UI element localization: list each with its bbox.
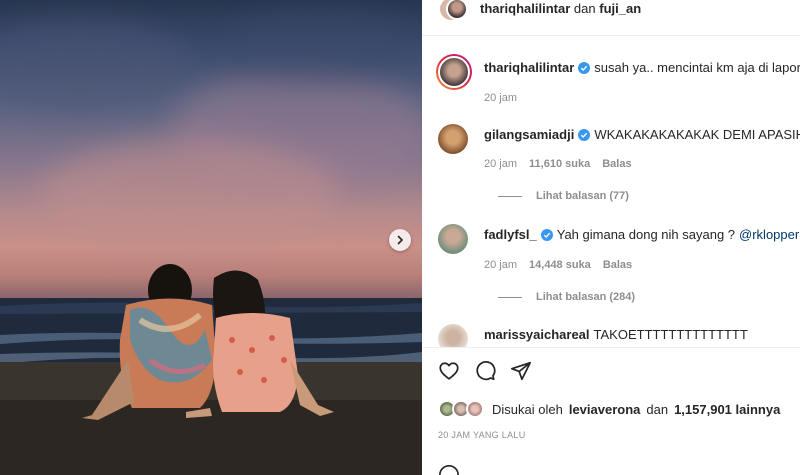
reply-button[interactable]: Balas [603, 259, 632, 271]
comment-username[interactable]: gilangsamiadji [484, 127, 574, 142]
comment-time: 20 jam [484, 92, 518, 104]
likes-summary: Disukai oleh leviaverona dan 1,157,901 l… [438, 400, 780, 418]
liker-avatars [438, 400, 486, 418]
header-avatar[interactable] [446, 0, 468, 20]
divider [498, 195, 522, 197]
comments-panel: thariqhalilintar dan fuji_an thariqhalil… [422, 0, 800, 475]
comment-text: susah ya.. mencintai km aja di laporin [594, 60, 800, 75]
comment-icon[interactable] [474, 360, 496, 382]
verified-badge-icon [578, 61, 591, 74]
post-actions: Disukai oleh leviaverona dan 1,157,901 l… [422, 347, 800, 475]
commenter-avatar[interactable] [438, 224, 468, 254]
chevron-right-icon [397, 235, 404, 245]
view-replies-button[interactable]: Lihat balasan (284) [498, 291, 635, 303]
likes-and: dan [646, 401, 669, 417]
commenter-avatar[interactable] [436, 54, 472, 90]
carousel-next-button[interactable] [389, 229, 411, 251]
comment-text: TAKOETTTTTTTTTTTTTT [593, 327, 748, 342]
share-icon[interactable] [510, 360, 532, 382]
verified-badge-icon [540, 228, 553, 241]
comment-text: WKAKAKAKAKAKAK DEMI APASIH [594, 127, 800, 142]
comment-likes[interactable]: 14,448 suka [529, 259, 591, 271]
post-timestamp: 20 JAM YANG LALU [438, 430, 526, 440]
divider [498, 296, 522, 298]
comment-username[interactable]: marissyaichareal [484, 327, 590, 342]
emoji-icon[interactable] [438, 464, 460, 475]
comment-time: 20 jam [484, 259, 518, 271]
heart-icon[interactable] [438, 360, 460, 382]
likes-user[interactable]: leviaverona [569, 402, 641, 417]
post-header: thariqhalilintar dan fuji_an [422, 0, 800, 36]
likes-prefix: Disukai oleh [492, 401, 563, 417]
post-photo [0, 0, 422, 475]
comment-text: Yah gimana dong nih sayang ? [556, 227, 736, 242]
view-replies-button[interactable]: Lihat balasan (77) [498, 190, 629, 202]
likes-count[interactable]: 1,157,901 lainnya [674, 402, 780, 417]
comment-username[interactable]: thariqhalilintar [484, 60, 574, 75]
commenter-avatar[interactable] [438, 124, 468, 154]
reply-button[interactable]: Balas [602, 158, 631, 170]
header-user1[interactable]: thariqhalilintar [480, 1, 570, 16]
view-replies-label: Lihat balasan (77) [536, 190, 629, 202]
header-conjunction: dan [573, 1, 596, 16]
comment-likes[interactable]: 11,610 suka [529, 158, 590, 170]
view-replies-label: Lihat balasan (284) [536, 291, 636, 303]
comment-username[interactable]: fadlyfsl_ [484, 227, 537, 242]
comment-mention[interactable]: @rklopperr [739, 227, 800, 242]
verified-badge-icon [578, 128, 591, 141]
beach-scene [0, 264, 422, 475]
comment-time: 20 jam [484, 158, 518, 170]
header-user2[interactable]: fuji_an [599, 1, 641, 16]
